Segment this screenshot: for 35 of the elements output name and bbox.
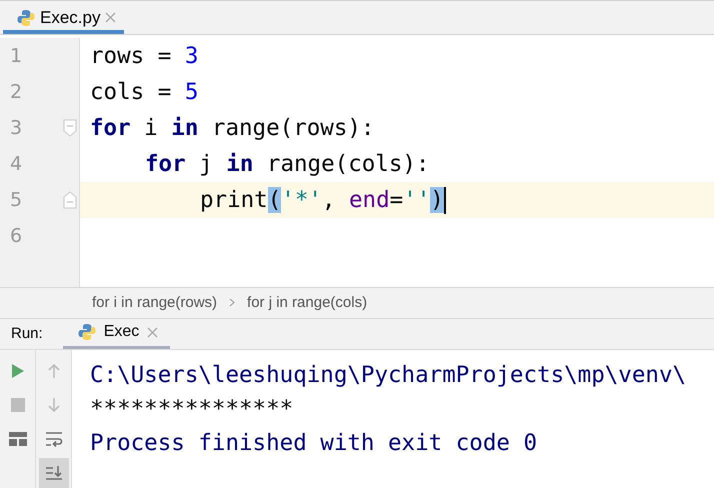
editor-tab[interactable]: Exec.py (3, 1, 124, 34)
python-icon (78, 323, 96, 342)
close-icon[interactable] (147, 326, 158, 338)
scroll-to-end-icon (44, 464, 62, 481)
code-line: cols = 5 (90, 78, 198, 106)
line-number: 6 (9, 225, 22, 248)
breadcrumb-item[interactable]: for j in range(cols) (247, 294, 368, 312)
line-number: 1 (9, 45, 22, 68)
up-arrow-icon (46, 362, 60, 379)
line-number: 3 (9, 117, 22, 140)
scroll-end-button[interactable] (38, 458, 68, 488)
play-icon (10, 362, 24, 379)
chevron-right-icon (229, 298, 236, 308)
fold-marker-icon[interactable] (63, 119, 77, 138)
console-line: *************** (90, 394, 294, 424)
code-line: for j in range(cols): (145, 150, 430, 178)
text-cursor (444, 186, 446, 214)
code-line: print('*', end='') (200, 186, 446, 214)
stop-icon (10, 398, 24, 412)
soft-wrap-icon (44, 430, 62, 447)
line-number: 4 (9, 153, 22, 176)
code-line: rows = 3 (90, 42, 198, 70)
line-number: 5 (9, 189, 22, 212)
console-line: Process finished with exit code 0 (90, 428, 538, 458)
line-number: 2 (9, 81, 22, 104)
code-line: for i in range(rows): (90, 114, 374, 142)
fold-marker-icon[interactable] (63, 191, 77, 210)
close-icon[interactable] (105, 12, 116, 24)
run-tab[interactable]: Exec (62, 318, 170, 349)
down-arrow-icon (46, 396, 60, 413)
layout-icon (8, 432, 26, 446)
console-line: C:\Users\leeshuqing\PycharmProjects\mp\venv\ (90, 360, 686, 390)
breadcrumb-item[interactable]: for i in range(rows) (92, 294, 218, 312)
run-label: Run: (11, 325, 43, 342)
python-file-icon (17, 8, 35, 27)
